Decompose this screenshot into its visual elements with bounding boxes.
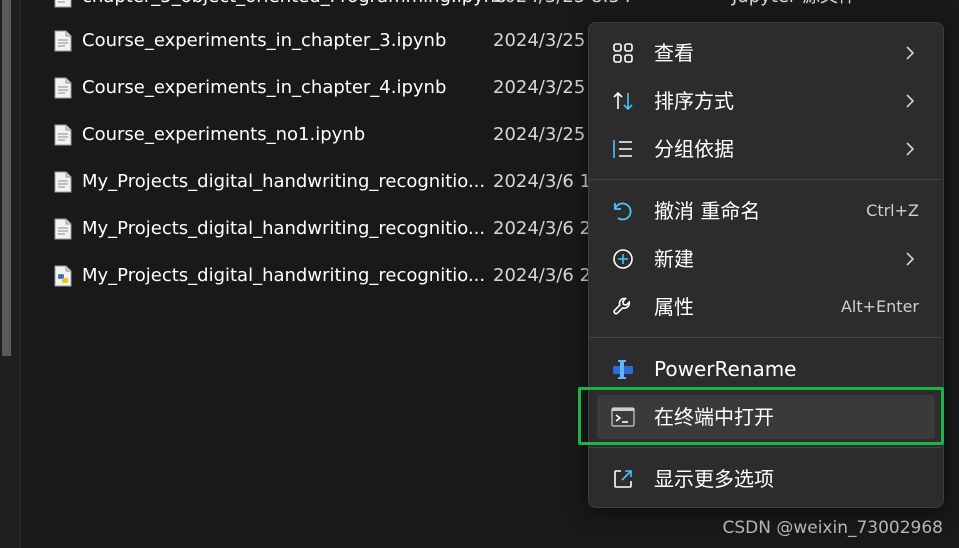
chevron-right-icon [906,94,915,108]
menu-item-label: 分组依据 [654,137,734,161]
file-date: 2024/3/25 8:54 [493,0,631,8]
file-date: 2024/3/6 2 [493,218,592,239]
chevron-right-icon [906,142,915,156]
menu-item-show-more-options[interactable]: 显示更多选项 [597,457,935,501]
power-rename-icon [613,360,633,379]
file-date: 2024/3/25 [493,77,586,98]
list-group-icon [613,140,632,158]
chevron-right-icon [906,46,915,60]
file-name: Course_experiments_in_chapter_3.ipynb [82,30,447,51]
menu-item-view[interactable]: 查看 [597,31,935,75]
menu-item-new[interactable]: 新建 [597,237,935,281]
sort-arrows-icon [613,91,633,111]
file-name: My_Projects_digital_handwriting_recognit… [82,218,486,239]
menu-item-label: 撤消 重命名 [654,199,761,223]
plus-circle-icon [613,249,633,269]
file-name: Course_experiments_no1.ipynb [82,124,366,145]
file-date: 2024/3/25 [493,124,586,145]
share-external-icon [614,470,632,488]
menu-separator [589,179,941,180]
file-row[interactable]: chapter_5_object_oriented_Programming.ip… [22,0,856,18]
menu-item-label: PowerRename [654,357,797,381]
file-type: Jupyter 源文件 [732,0,856,8]
document-icon [54,30,72,52]
file-name: My_Projects_digital_handwriting_recognit… [82,171,486,192]
grid-view-icon [613,43,633,63]
document-icon [54,77,72,99]
file-name: chapter_5_object_oriented_Programming.ip… [82,0,507,8]
menu-separator [589,337,941,338]
pane-divider [20,0,21,548]
document-icon [54,0,72,8]
chevron-right-icon [906,252,915,266]
menu-item-sort[interactable]: 排序方式 [597,79,935,123]
menu-item-label: 排序方式 [654,89,734,113]
menu-item-powerrename[interactable]: PowerRename [597,347,935,391]
file-date: 2024/3/25 [493,30,586,51]
file-date: 2024/3/6 2 [493,265,592,286]
menu-item-label: 属性 [654,295,694,319]
watermark: CSDN @weixin_73002968 [722,518,943,538]
file-name: Course_experiments_in_chapter_4.ipynb [82,77,447,98]
wrench-icon [613,297,631,315]
menu-item-properties[interactable]: 属性 Alt+Enter [597,285,935,329]
document-icon [54,171,72,193]
shortcut-text: Alt+Enter [840,297,919,316]
menu-item-label: 新建 [654,247,694,271]
menu-item-group[interactable]: 分组依据 [597,127,935,171]
document-icon [54,218,72,240]
menu-item-label: 查看 [654,41,694,65]
document-icon [54,124,72,146]
file-name: My_Projects_digital_handwriting_recognit… [82,265,486,286]
shortcut-text: Ctrl+Z [866,201,919,220]
python-file-icon [54,265,72,287]
file-date: 2024/3/6 1 [493,171,592,192]
scrollbar-thumb[interactable] [2,0,11,356]
menu-item-undo-rename[interactable]: 撤消 重命名 Ctrl+Z [597,189,935,233]
undo-icon [614,202,632,221]
menu-separator [589,447,941,448]
highlight-annotation-box [578,387,944,445]
menu-item-label: 显示更多选项 [654,467,774,491]
